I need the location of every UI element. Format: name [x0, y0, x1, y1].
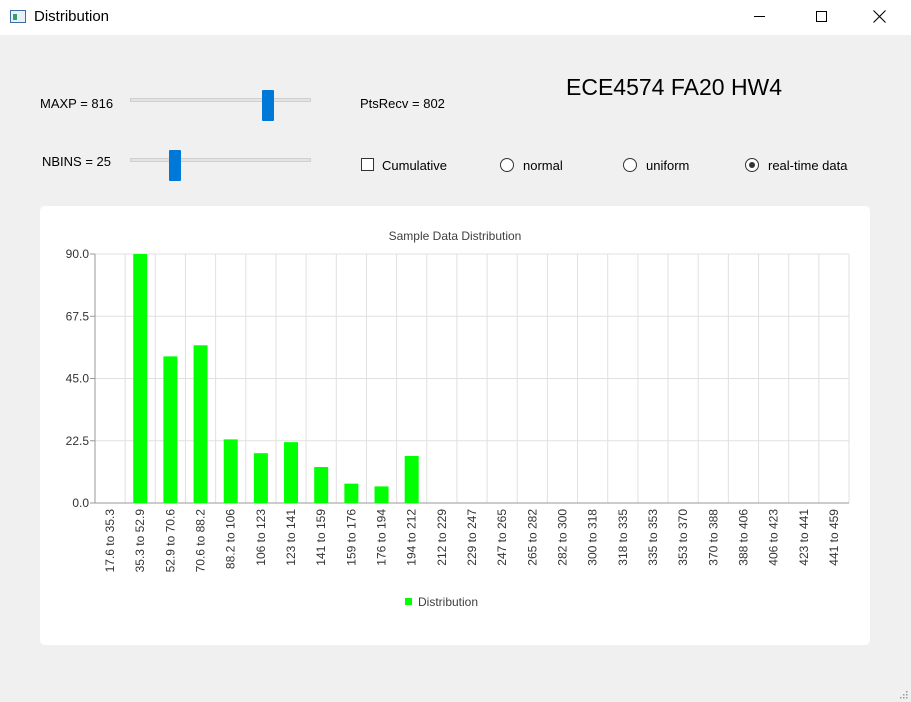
bar [374, 486, 389, 503]
cumulative-checkbox[interactable] [361, 158, 374, 171]
y-tick-label: 22.5 [66, 434, 90, 448]
x-tick-label: 318 to 335 [616, 509, 630, 566]
x-tick-label: 159 to 176 [344, 509, 358, 566]
x-tick-label: 52.9 to 70.6 [163, 509, 177, 573]
x-tick-label: 353 to 370 [676, 509, 690, 566]
x-tick-label: 388 to 406 [736, 509, 750, 566]
maxp-slider[interactable] [130, 90, 311, 121]
resize-grip[interactable] [898, 689, 908, 699]
x-tick-label: 441 to 459 [827, 509, 841, 566]
bar [314, 467, 329, 503]
normal-radio[interactable] [500, 158, 514, 172]
legend-swatch [405, 598, 412, 605]
bar [404, 455, 419, 503]
uniform-radio[interactable] [623, 158, 637, 172]
window-title: Distribution [34, 8, 110, 25]
page-heading: ECE4574 FA20 HW4 [566, 74, 783, 100]
bar [253, 453, 268, 503]
y-tick-label: 0.0 [72, 496, 89, 510]
x-tick-label: 282 to 300 [555, 509, 569, 566]
bar-chart: 0.0 22.5 45.0 67.5 90.0 17.6 to 35.3 35.3 to 5… [66, 247, 850, 573]
title-bar: Distribution [0, 0, 911, 35]
cumulative-label: Cumulative [382, 158, 448, 173]
minimize-icon [753, 16, 765, 17]
x-tick-label: 88.2 to 106 [224, 509, 238, 569]
app-icon [10, 10, 26, 23]
maxp-label: MAXP = 816 [40, 96, 114, 111]
bar [133, 254, 148, 503]
x-tick-label: 335 to 353 [646, 509, 660, 566]
x-tick-label: 35.3 to 52.9 [133, 509, 147, 573]
maxp-slider-handle[interactable] [261, 90, 274, 121]
x-tick-label: 423 to 441 [797, 509, 811, 566]
nbins-slider[interactable] [130, 150, 311, 181]
x-tick-label: 212 to 229 [435, 509, 449, 566]
slider-track [130, 158, 311, 162]
maximize-button[interactable] [798, 0, 844, 33]
x-tick-label: 265 to 282 [525, 509, 539, 566]
real-time-data-radio-label: real-time data [768, 158, 848, 173]
normal-radio-label: normal [523, 158, 563, 173]
maximize-icon [815, 11, 827, 22]
x-tick-label: 17.6 to 35.3 [103, 509, 117, 573]
x-tick-label: 141 to 159 [314, 509, 328, 566]
x-tick-label: 247 to 265 [495, 509, 509, 566]
x-tick-label: 194 to 212 [405, 509, 419, 566]
x-tick-label: 406 to 423 [767, 509, 781, 566]
chart-card: Sample Data Distribution 0.0 22.5 45.0 67.5… [40, 206, 870, 645]
x-tick-label: 123 to 141 [284, 509, 298, 566]
x-tick-label: 70.6 to 88.2 [194, 509, 208, 573]
bar [193, 345, 208, 503]
close-button[interactable] [856, 0, 902, 33]
uniform-radio-label: uniform [646, 158, 690, 173]
nbins-label: NBINS = 25 [42, 154, 112, 169]
y-tick-label: 90.0 [66, 247, 90, 261]
nbins-slider-handle[interactable] [168, 150, 181, 181]
x-tick-label: 300 to 318 [586, 509, 600, 566]
real-time-data-radio[interactable] [745, 158, 759, 172]
bar [344, 483, 359, 503]
bar [163, 356, 178, 503]
legend-label: Distribution [418, 595, 479, 609]
x-tick-label: 106 to 123 [254, 509, 268, 566]
minimize-button[interactable] [736, 0, 782, 33]
pts-recv-label: PtsRecv = 802 [360, 96, 445, 111]
bar [284, 442, 299, 503]
x-tick-label: 370 to 388 [706, 509, 720, 566]
bar [223, 439, 238, 503]
y-tick-label: 45.0 [66, 372, 90, 386]
y-tick-label: 67.5 [66, 309, 90, 323]
slider-track [130, 98, 311, 102]
close-icon [872, 10, 886, 23]
x-tick-label: 176 to 194 [375, 509, 389, 566]
x-tick-label: 229 to 247 [465, 509, 479, 566]
